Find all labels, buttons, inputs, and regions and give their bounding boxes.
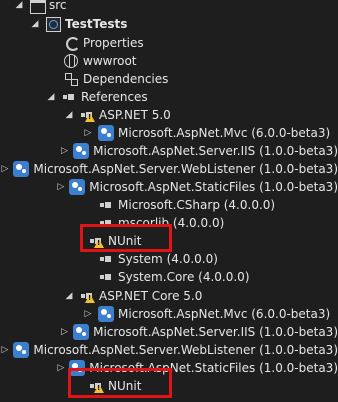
tree-item-label: Properties [83, 36, 144, 50]
tree-item-label: Dependencies [83, 72, 169, 86]
collapse-arrow-icon[interactable]: ◢ [14, 0, 24, 10]
tree-item-label: Microsoft.AspNet.Server.IIS (1.0.0-beta3… [93, 144, 338, 158]
reference-icon [61, 89, 77, 105]
nuget-package-icon [69, 360, 86, 376]
tree-item-label: ASP.NET 5.0 [99, 108, 171, 122]
tree-item-package[interactable]: ▷ Microsoft.AspNet.Server.IIS (1.0.0-bet… [0, 323, 338, 341]
tree-item-label: ASP.NET Core 5.0 [99, 289, 203, 303]
reference-warning-icon [88, 233, 104, 249]
reference-icon [98, 251, 114, 267]
tree-item-package[interactable]: ▷ Microsoft.AspNet.Server.WebListener (1… [0, 160, 338, 178]
tree-item-framework[interactable]: ◢ ASP.NET 5.0 [0, 106, 338, 124]
expand-arrow-icon[interactable]: ▷ [83, 309, 93, 319]
tree-item-dependencies[interactable]: Dependencies [0, 70, 338, 88]
solution-explorer-tree: ◢ src ◢ TestTests Properties wwwroot Dep… [0, 0, 338, 402]
nuget-package-icon [98, 306, 114, 322]
tree-item-label: Microsoft.AspNet.Server.IIS (1.0.0-beta3… [93, 325, 338, 339]
tree-item-label: mscorlib (4.0.0.0) [118, 216, 225, 230]
expand-arrow-icon[interactable]: ▷ [61, 327, 68, 337]
reference-warning-icon [88, 378, 104, 394]
expand-arrow-icon[interactable]: ▷ [57, 363, 64, 373]
tree-item-package[interactable]: ▷ Microsoft.AspNet.Mvc (6.0.0-beta3) [0, 305, 338, 323]
tree-item-assembly[interactable]: System.Core (4.0.0.0) [0, 268, 338, 286]
wrench-icon [63, 35, 80, 51]
reference-warning-icon [79, 107, 95, 123]
tree-item-wwwroot[interactable]: wwwroot [0, 52, 338, 70]
collapse-arrow-icon[interactable]: ◢ [30, 19, 40, 29]
tree-item-label: Microsoft.AspNet.StaticFiles (1.0.0-beta… [89, 361, 338, 375]
tree-item-package[interactable]: ▷ Microsoft.AspNet.Server.WebListener (1… [0, 341, 338, 359]
tree-item-label: System (4.0.0.0) [118, 252, 218, 266]
tree-item-label: src [49, 0, 67, 12]
tree-item-assembly[interactable]: mscorlib (4.0.0.0) [0, 214, 338, 232]
tree-item-package[interactable]: ▷ Microsoft.AspNet.Server.IIS (1.0.0-bet… [0, 142, 338, 160]
tree-item-label: NUnit [108, 379, 142, 393]
reference-icon [98, 269, 114, 285]
expand-arrow-icon[interactable]: ▷ [1, 164, 8, 174]
tree-item-framework[interactable]: ◢ ASP.NET Core 5.0 [0, 287, 338, 305]
reference-warning-icon [79, 288, 95, 304]
tree-item-label: Microsoft.AspNet.StaticFiles (1.0.0-beta… [89, 180, 338, 194]
reference-icon [98, 215, 114, 231]
expand-arrow-icon[interactable]: ▷ [83, 128, 93, 138]
nuget-package-icon [13, 342, 30, 358]
folder-icon [29, 0, 46, 14]
collapse-arrow-icon[interactable]: ◢ [64, 291, 74, 301]
expand-arrow-icon[interactable]: ▷ [1, 345, 8, 355]
expand-arrow-icon[interactable]: ▷ [61, 146, 68, 156]
tree-item-label: Microsoft.AspNet.Server.WebListener (1.0… [33, 343, 338, 357]
collapse-arrow-icon[interactable]: ◢ [64, 110, 74, 120]
globe-icon [63, 53, 79, 69]
tree-item-project[interactable]: ◢ TestTests [0, 15, 338, 33]
nuget-package-icon [73, 324, 90, 340]
tree-item-assembly-nunit[interactable]: NUnit [0, 377, 338, 395]
tree-item-package[interactable]: ▷ Microsoft.AspNet.StaticFiles (1.0.0-be… [0, 359, 338, 377]
nuget-package-icon [73, 143, 90, 159]
tree-item-references[interactable]: ◢ References [0, 88, 338, 106]
tree-item-assembly[interactable]: Microsoft.CSharp (4.0.0.0) [0, 196, 338, 214]
tree-item-assembly-nunit[interactable]: NUnit [0, 232, 338, 250]
nuget-package-icon [13, 161, 30, 177]
tree-item-properties[interactable]: Properties [0, 34, 338, 52]
nuget-package-icon [98, 125, 114, 141]
tree-item-label: System.Core (4.0.0.0) [118, 270, 250, 284]
tree-item-label: Microsoft.AspNet.Mvc (6.0.0-beta3) [118, 126, 331, 140]
tree-item-package[interactable]: ▷ Microsoft.AspNet.StaticFiles (1.0.0-be… [0, 178, 338, 196]
tree-item-label: NUnit [108, 234, 142, 248]
tree-item-label: TestTests [65, 17, 128, 31]
tree-item-assembly[interactable]: System (4.0.0.0) [0, 250, 338, 268]
tree-item-label: Microsoft.CSharp (4.0.0.0) [118, 198, 276, 212]
nuget-package-icon [69, 179, 86, 195]
tree-item-src[interactable]: ◢ src [0, 0, 338, 14]
reference-icon [98, 197, 114, 213]
tree-item-label: Microsoft.AspNet.Server.WebListener (1.0… [33, 162, 338, 176]
tree-item-label: References [81, 90, 148, 104]
web-project-icon [45, 16, 61, 32]
tree-item-label: Microsoft.AspNet.Mvc (6.0.0-beta3) [118, 307, 331, 321]
expand-arrow-icon[interactable]: ▷ [57, 182, 64, 192]
tree-item-label: wwwroot [83, 54, 137, 68]
collapse-arrow-icon[interactable]: ◢ [46, 92, 56, 102]
tree-item-package[interactable]: ▷ Microsoft.AspNet.Mvc (6.0.0-beta3) [0, 124, 338, 142]
dependencies-icon [63, 71, 79, 87]
